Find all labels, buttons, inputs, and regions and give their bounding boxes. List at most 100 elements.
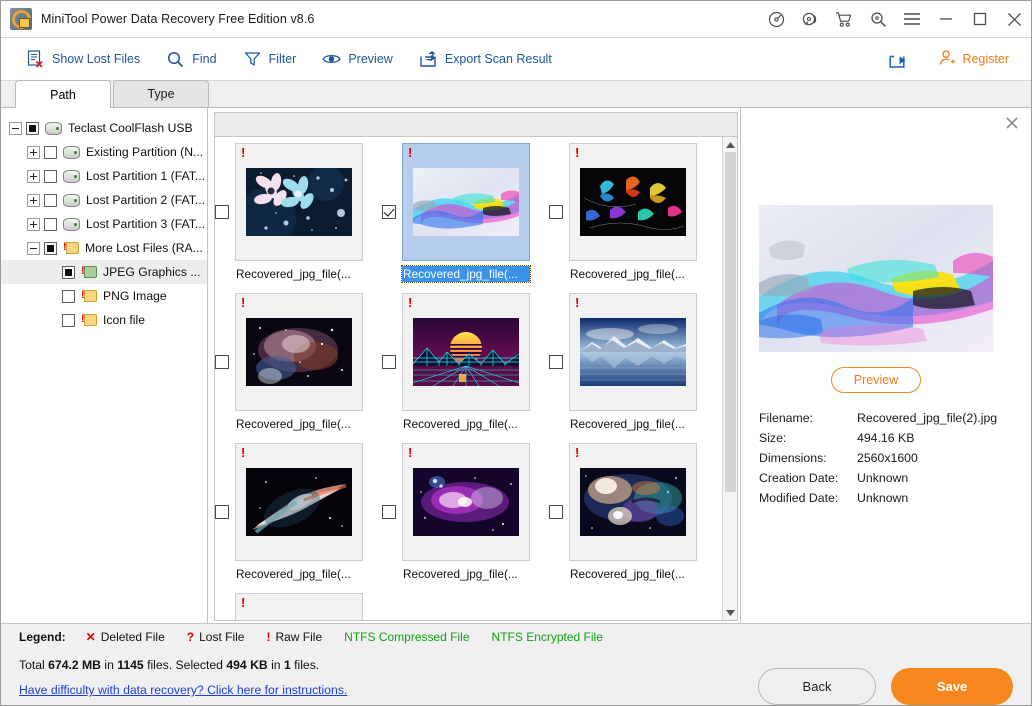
file-thumbnail[interactable]: ! xyxy=(235,293,363,411)
file-tile-checkbox[interactable] xyxy=(382,205,396,219)
toolbar-preview[interactable]: Preview xyxy=(315,44,399,74)
file-tile[interactable]: ! xyxy=(549,293,699,443)
file-tile-checkbox[interactable] xyxy=(549,205,563,219)
share-export-icon[interactable] xyxy=(889,51,907,68)
tab-path[interactable]: Path xyxy=(15,80,111,108)
file-tile[interactable]: ! xyxy=(382,293,532,443)
file-grid-scroll-area[interactable]: ! xyxy=(215,137,722,620)
toolbar-show-lost-files[interactable]: Show Lost Files xyxy=(19,44,147,74)
close-button[interactable] xyxy=(997,1,1031,37)
maximize-button[interactable] xyxy=(963,1,997,37)
file-tile-label: Recovered_jpg_file(... xyxy=(235,566,363,582)
toolbar-filter[interactable]: Filter xyxy=(236,44,304,74)
grid-vertical-scrollbar[interactable] xyxy=(722,137,737,620)
close-icon[interactable] xyxy=(1003,114,1021,132)
legend-bar: Legend: ✕ Deleted File ? Lost File ! Raw… xyxy=(1,623,1031,650)
file-thumbnail[interactable]: ! xyxy=(402,143,530,261)
collapse-toggle-icon[interactable] xyxy=(27,242,40,255)
tree-item-label: Icon file xyxy=(103,313,145,327)
scroll-down-arrow-icon[interactable] xyxy=(723,605,738,620)
file-grid-header xyxy=(214,112,738,137)
file-tile[interactable]: ! xyxy=(382,443,532,593)
tree-item-jpeg-graphics[interactable]: ! JPEG Graphics ... xyxy=(1,260,207,284)
toolbar-find[interactable]: Find xyxy=(159,44,223,74)
file-tile[interactable]: ! xyxy=(215,293,365,443)
folder-raw-green-icon: ! xyxy=(81,265,97,279)
file-tile[interactable]: ! xyxy=(215,593,365,620)
tree-checkbox[interactable] xyxy=(26,122,39,135)
tree-checkbox[interactable] xyxy=(62,314,75,327)
toolbar-export-scan-result[interactable]: Export Scan Result xyxy=(412,44,559,74)
file-thumbnail[interactable]: ! xyxy=(569,143,697,261)
expand-toggle-icon[interactable] xyxy=(27,194,40,207)
tree-item-png-image[interactable]: ! PNG Image xyxy=(1,284,207,308)
back-button[interactable]: Back xyxy=(758,668,876,705)
file-tile-checkbox[interactable] xyxy=(549,505,563,519)
scroll-up-arrow-icon[interactable] xyxy=(723,137,738,152)
save-button[interactable]: Save xyxy=(891,668,1013,705)
tree-item-teclast-coolflash-usb[interactable]: Teclast CoolFlash USB xyxy=(1,116,207,140)
file-tile-label: Recovered_jpg_file(... xyxy=(402,566,530,582)
search-icon[interactable] xyxy=(861,1,895,37)
shopping-cart-icon[interactable] xyxy=(827,1,861,37)
file-tile-checkbox[interactable] xyxy=(382,505,396,519)
hamburger-menu-icon[interactable] xyxy=(895,1,929,37)
file-tile-checkbox[interactable] xyxy=(549,355,563,369)
file-thumbnail[interactable]: ! xyxy=(402,443,530,561)
tab-strip: Path Type xyxy=(1,81,1031,108)
status-bar: Total 674.2 MB in 1145 files. Selected 4… xyxy=(1,650,1031,705)
file-grid-outer: ! xyxy=(214,137,738,621)
file-tile[interactable]: ! xyxy=(549,443,699,593)
disc-icon[interactable] xyxy=(759,1,793,37)
tree-checkbox[interactable] xyxy=(44,218,57,231)
file-tile-checkbox[interactable] xyxy=(382,355,396,369)
legend-label: NTFS Encrypted File xyxy=(492,630,603,644)
file-thumbnail[interactable]: ! xyxy=(569,443,697,561)
expand-toggle-icon[interactable] xyxy=(27,146,40,159)
path-tree-pane[interactable]: Teclast CoolFlash USB Existing Partition… xyxy=(1,108,208,623)
expand-toggle-icon[interactable] xyxy=(27,218,40,231)
raw-file-marker-icon: ! xyxy=(575,146,579,159)
tree-checkbox[interactable] xyxy=(62,290,75,303)
file-tile-checkbox[interactable] xyxy=(215,505,229,519)
file-tile-main: ! xyxy=(235,143,363,282)
tree-checkbox[interactable] xyxy=(44,170,57,183)
tab-type[interactable]: Type xyxy=(113,80,209,107)
file-tile[interactable]: ! xyxy=(549,143,699,293)
tree-item-lost-partition-2[interactable]: Lost Partition 2 (FAT... xyxy=(1,188,207,212)
tree-item-existing-partition[interactable]: Existing Partition (N... xyxy=(1,140,207,164)
main-toolbar: Show Lost Files Find Filter Preview Expo… xyxy=(1,38,1031,81)
file-thumbnail[interactable]: ! xyxy=(569,293,697,411)
scrollbar-track[interactable] xyxy=(725,152,736,605)
help-link[interactable]: Have difficulty with data recovery? Clic… xyxy=(19,683,347,697)
file-thumbnail[interactable]: ! xyxy=(402,293,530,411)
file-tile-checkbox[interactable] xyxy=(215,355,229,369)
metadata-value: Unknown xyxy=(857,491,1021,505)
file-tile-checkbox[interactable] xyxy=(215,205,229,219)
file-tile[interactable]: ! xyxy=(215,443,365,593)
minimize-button[interactable] xyxy=(929,1,963,37)
support-headset-icon[interactable] xyxy=(793,1,827,37)
tree-checkbox[interactable] xyxy=(62,266,75,279)
collapse-toggle-icon[interactable] xyxy=(9,122,22,135)
preview-button[interactable]: Preview xyxy=(831,367,921,393)
file-thumbnail[interactable]: ! xyxy=(235,143,363,261)
status-total-suffix: files. Selected xyxy=(144,658,227,672)
file-tile-main: ! xyxy=(569,293,697,432)
tree-checkbox[interactable] xyxy=(44,146,57,159)
tree-checkbox[interactable] xyxy=(44,242,57,255)
file-thumbnail[interactable]: ! xyxy=(235,593,363,620)
scrollbar-thumb[interactable] xyxy=(725,152,736,492)
tree-item-lost-partition-3[interactable]: Lost Partition 3 (FAT... xyxy=(1,212,207,236)
expand-toggle-icon[interactable] xyxy=(27,170,40,183)
file-thumbnail[interactable]: ! xyxy=(235,443,363,561)
legend-ntfs-encrypted-file: NTFS Encrypted File xyxy=(492,630,603,644)
raw-file-marker-icon: ! xyxy=(408,296,412,309)
tree-item-icon-file[interactable]: ! Icon file xyxy=(1,308,207,332)
tree-checkbox[interactable] xyxy=(44,194,57,207)
file-tile[interactable]: ! xyxy=(382,143,532,293)
tree-item-lost-partition-1[interactable]: Lost Partition 1 (FAT... xyxy=(1,164,207,188)
register-button[interactable]: Register xyxy=(929,44,1019,74)
tree-item-more-lost-files[interactable]: ! More Lost Files (RA... xyxy=(1,236,207,260)
file-tile[interactable]: ! xyxy=(215,143,365,293)
